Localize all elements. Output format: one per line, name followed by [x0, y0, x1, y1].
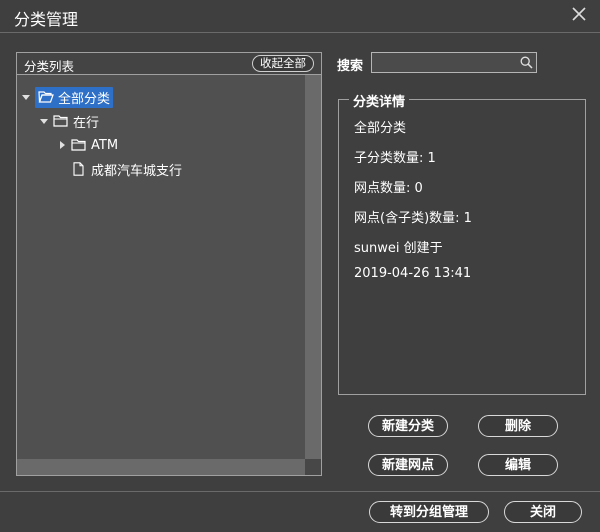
tree-node-branch[interactable]: 成都汽车城支行	[71, 159, 182, 179]
tree-node-all[interactable]: 全部分类	[21, 86, 114, 108]
tree-node-label: ATM	[91, 137, 119, 153]
detail-category-name: 全部分类	[354, 121, 407, 136]
folder-icon	[71, 138, 87, 152]
detail-node-count-incl: 网点(含子类)数量: 1	[354, 211, 472, 226]
category-list-header: 分类列表 收起全部	[17, 53, 321, 75]
category-details-title: 分类详情	[349, 91, 410, 110]
goto-group-management-button[interactable]: 转到分组管理	[369, 501, 489, 523]
close-button[interactable]: 关闭	[504, 501, 582, 523]
title-bar: 分类管理	[0, 0, 600, 32]
category-list-panel: 分类列表 收起全部 全部分类 在行 ATM 成都汽车城支行	[16, 52, 322, 476]
scroll-corner	[305, 459, 321, 475]
horizontal-scrollbar[interactable]	[17, 459, 305, 475]
search-label: 搜索	[337, 59, 364, 74]
new-node-button[interactable]: 新建网点	[368, 454, 448, 476]
title-divider	[0, 32, 600, 33]
detail-subcategory-count: 子分类数量: 1	[354, 151, 436, 166]
tree-node-atm[interactable]: ATM	[57, 135, 118, 155]
tree-node-label: 在行	[73, 115, 100, 131]
edit-button[interactable]: 编辑	[478, 454, 558, 476]
folder-icon	[53, 114, 69, 128]
footer-divider	[0, 491, 600, 492]
folder-open-icon	[38, 90, 54, 104]
delete-button[interactable]: 删除	[478, 415, 558, 437]
vertical-scrollbar[interactable]	[305, 75, 321, 459]
caret-down-icon[interactable]	[21, 92, 31, 102]
detail-created-at: 2019-04-26 13:41	[354, 266, 472, 281]
file-icon	[71, 162, 87, 176]
tree-node-label: 全部分类	[58, 91, 111, 107]
detail-creator: sunwei 创建于	[354, 241, 443, 256]
search-icon[interactable]	[520, 56, 533, 69]
search-input[interactable]	[374, 54, 518, 71]
category-list-title: 分类列表	[24, 59, 75, 74]
collapse-all-button[interactable]: 收起全部	[252, 55, 314, 72]
close-icon[interactable]	[572, 7, 586, 21]
tree-node-all-selected[interactable]: 全部分类	[35, 86, 114, 108]
detail-node-count: 网点数量: 0	[354, 181, 423, 196]
tree-node-zaihang[interactable]: 在行	[39, 111, 99, 131]
caret-down-icon[interactable]	[39, 116, 49, 126]
window-title: 分类管理	[14, 10, 79, 29]
caret-right-icon[interactable]	[57, 140, 67, 150]
tree-node-label: 成都汽车城支行	[91, 163, 183, 179]
search-box[interactable]	[371, 52, 537, 73]
category-tree[interactable]: 全部分类 在行 ATM 成都汽车城支行	[17, 75, 305, 459]
new-category-button[interactable]: 新建分类	[368, 415, 448, 437]
